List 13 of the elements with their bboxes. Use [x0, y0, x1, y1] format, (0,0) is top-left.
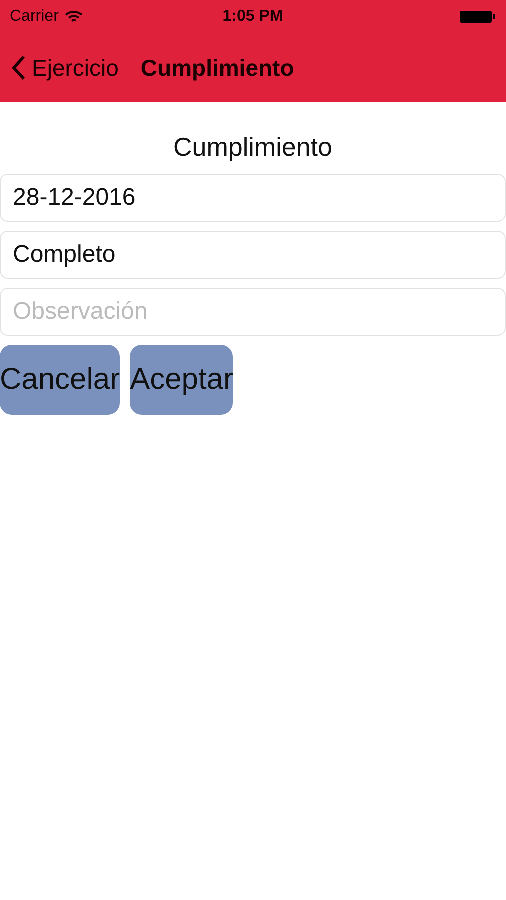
input-field[interactable]: 28-12-2016	[0, 174, 506, 222]
action-button[interactable]: Cancelar	[0, 345, 120, 415]
clock-time: 1:05 PM	[222, 8, 284, 26]
form-heading: Cumplimiento	[172, 132, 334, 163]
nav-title: Cumplimiento	[140, 54, 294, 82]
input-field[interactable]: Observación	[0, 288, 506, 336]
action-button[interactable]: Aceptar	[130, 345, 234, 415]
input-field[interactable]: Completo	[0, 231, 506, 279]
wifi-icon	[64, 10, 83, 24]
battery-icon	[460, 10, 496, 24]
carrier-label: Carrier	[10, 8, 59, 26]
back-button[interactable]: Ejercicio	[12, 54, 119, 82]
chevron-left-icon	[12, 55, 26, 81]
